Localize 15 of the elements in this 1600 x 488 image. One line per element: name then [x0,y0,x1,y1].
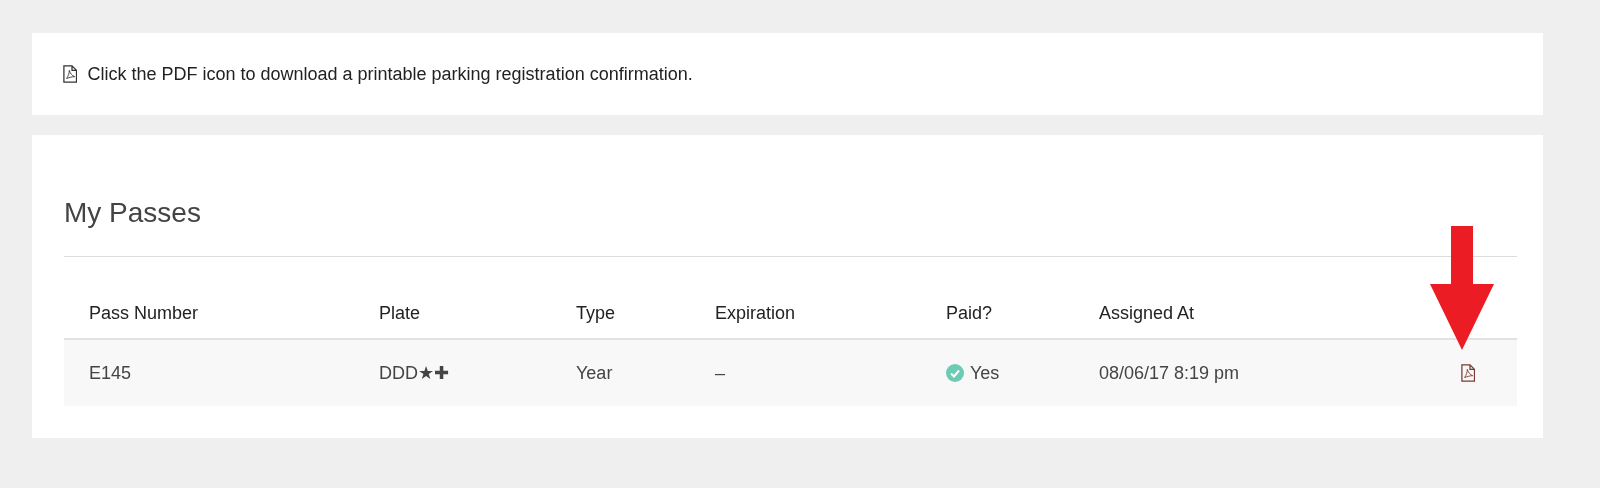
column-header: Pass Number [89,303,200,324]
table-cell: Yes [970,362,1000,384]
table-cell: 08/06/17 8:19 pm [1099,362,1240,384]
column-header: Type [576,303,617,324]
column-header: Paid? [946,303,994,324]
table-cell: – [715,362,725,384]
table-cell: DDD★✚ [379,362,449,384]
column-header: Expiration [715,303,797,324]
column-header: Assigned At [1099,303,1196,324]
table-cell: E145 [89,362,132,384]
pdf-icon [63,65,78,83]
table-cell: Year [576,362,613,384]
pdf-icon [1461,364,1476,382]
notice-text: Click the PDF icon to download a printable parking registration confirmation. [87,63,693,85]
column-header: Plate [379,303,422,324]
